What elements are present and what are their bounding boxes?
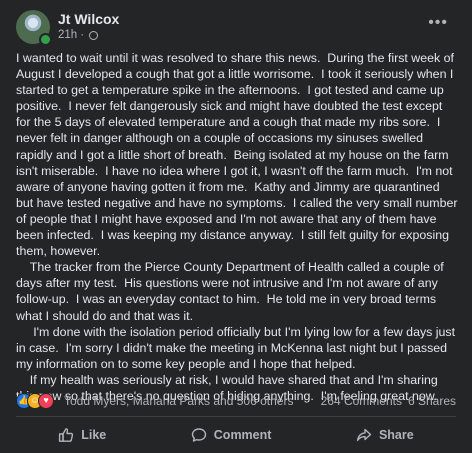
more-options-icon[interactable]: ••• [428, 14, 448, 32]
reactions-summary: 👍 ☺ ♥ Todd Myers, Mariana Parks and 506 … [16, 392, 456, 410]
author-name[interactable]: Jt Wilcox [58, 11, 119, 27]
globe-icon [89, 30, 99, 40]
post-text: I wanted to wait until it was resolved t… [16, 50, 458, 404]
share-icon [356, 428, 372, 442]
reaction-icons[interactable]: 👍 ☺ ♥ [16, 392, 64, 410]
comment-icon [191, 428, 206, 442]
shares-count[interactable]: 6 Shares [408, 394, 456, 408]
like-button-label: Like [81, 428, 107, 442]
post-time[interactable]: 21h [58, 29, 77, 41]
post-paragraph: The tracker from the Pierce County Depar… [16, 260, 448, 323]
post-paragraph: I wanted to wait until it was resolved t… [16, 51, 461, 259]
post-meta: 21h · [58, 29, 99, 41]
post-header: Jt Wilcox 21h · ••• [16, 10, 456, 46]
comment-button[interactable]: Comment [181, 423, 282, 447]
post-actions: Like Comment Share [16, 421, 456, 449]
share-button[interactable]: Share [346, 423, 424, 447]
post-paragraph: I'm done with the isolation period offic… [16, 324, 459, 371]
love-icon: ♥ [38, 393, 54, 409]
engagement-counts: 264 Comments 6 Shares [321, 394, 456, 408]
facebook-post: Jt Wilcox 21h · ••• I wanted to wait unt… [0, 0, 472, 453]
like-button[interactable]: Like [48, 423, 116, 447]
comment-button-label: Comment [213, 428, 272, 442]
online-status-dot [39, 33, 52, 46]
thumbs-up-icon [59, 428, 74, 442]
reaction-names[interactable]: Todd Myers, Mariana Parks and 506 others [64, 394, 293, 408]
comments-count[interactable]: 264 Comments [321, 394, 402, 408]
share-button-label: Share [378, 428, 414, 442]
divider [16, 416, 456, 417]
